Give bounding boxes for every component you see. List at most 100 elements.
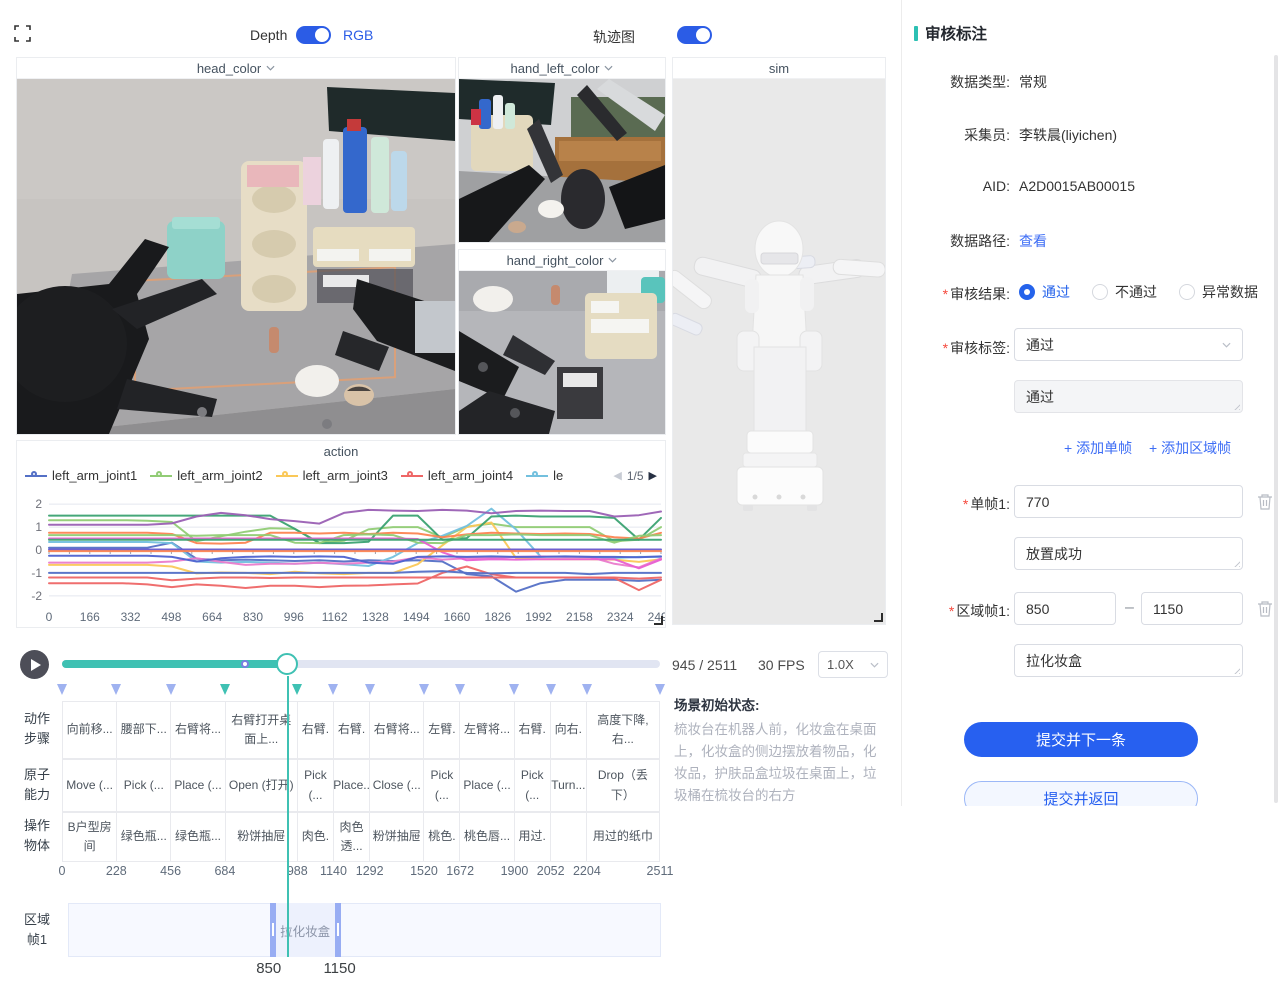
frame-marker-triangle[interactable] — [365, 684, 375, 695]
frame-marker-triangle[interactable] — [111, 684, 121, 695]
frame-marker-triangle[interactable] — [455, 684, 465, 695]
result-radio-通过[interactable]: 通过 — [1019, 282, 1070, 302]
timeline-cell[interactable]: 桃色唇... — [460, 813, 514, 862]
timeline-cell[interactable]: 右臂. — [298, 702, 334, 759]
joint-line-chart[interactable]: 210-1-2016633249866483099611621328149416… — [17, 487, 665, 625]
timeline-cell[interactable]: 高度下降, 右... — [587, 702, 660, 759]
timeline-cell[interactable]: 粉饼抽屉 — [226, 813, 298, 862]
review-tag-select[interactable]: 通过 — [1014, 328, 1243, 361]
frame-marker-triangle[interactable] — [220, 684, 230, 695]
timeline-cell[interactable]: Close (... — [370, 760, 424, 812]
timeline-cell[interactable]: 左臂. — [424, 702, 460, 759]
depth-rgb-toggle[interactable] — [296, 26, 331, 44]
timeline-cell[interactable]: Pick (... — [117, 760, 171, 812]
resize-grip-icon[interactable] — [1232, 402, 1240, 410]
scene-description: 场景初始状态: 梳妆台在机器人前，化妆盒在桌面上，化妆盒的侧边摆放着物品，化妆品… — [674, 694, 888, 806]
timeline-cell[interactable]: Pick (... — [515, 760, 551, 812]
timeline-cell[interactable]: Place (... — [171, 760, 225, 812]
delete-single-frame-icon[interactable] — [1257, 493, 1273, 510]
timeline-cell[interactable]: 肉色透... — [334, 813, 370, 862]
add-single-frame-link[interactable]: + 添加单帧 — [1064, 438, 1132, 458]
region-end-input[interactable]: 1150 — [1141, 592, 1243, 625]
delete-region-frame-icon[interactable] — [1257, 600, 1273, 617]
timeline-cell[interactable]: Turn... — [551, 760, 587, 812]
timeline-cell[interactable]: 绿色瓶... — [171, 813, 225, 862]
timeline-cell[interactable]: 肉色. — [298, 813, 334, 862]
single-frame-note-textarea[interactable]: 放置成功 — [1014, 537, 1243, 570]
hand-right-camera-header[interactable]: hand_right_color — [459, 250, 665, 271]
legend-line-icon — [25, 475, 47, 477]
timeline-cell[interactable]: 用过的纸巾 — [587, 813, 660, 862]
legend-item[interactable]: left_arm_joint1 — [25, 468, 137, 483]
frame-marker-triangle[interactable] — [166, 684, 176, 695]
frame-marker-triangle[interactable] — [419, 684, 429, 695]
timeline-cell[interactable]: 向右. — [551, 702, 587, 759]
chart-resize-handle[interactable] — [654, 616, 663, 625]
timeline-cell[interactable]: Pick (... — [298, 760, 334, 812]
region-frame-track[interactable]: 拉化妆盒 — [68, 903, 661, 957]
legend-next-icon[interactable]: ▶ — [649, 469, 657, 482]
sim-resize-handle[interactable] — [874, 613, 883, 622]
review-tag-note-textarea[interactable]: 通过 — [1014, 380, 1243, 413]
legend-item[interactable]: le — [526, 468, 563, 483]
fullscreen-icon[interactable] — [14, 25, 31, 42]
legend-item[interactable]: left_arm_joint2 — [150, 468, 262, 483]
region-start-input[interactable]: 850 — [1014, 592, 1116, 625]
region-frame-block[interactable]: 拉化妆盒 — [270, 903, 341, 957]
region-right-grip[interactable] — [337, 923, 339, 936]
timeline-cell[interactable]: Open (打开) — [226, 760, 298, 812]
timeline-cell[interactable]: 粉饼抽屉 — [370, 813, 424, 862]
timeline-cell[interactable]: 右臂将... — [370, 702, 424, 759]
timeline-cell[interactable]: 向前移... — [63, 702, 117, 759]
head-camera-header[interactable]: head_color — [17, 58, 455, 79]
frame-marker-triangle[interactable] — [546, 684, 556, 695]
frame-marker-triangle[interactable] — [292, 684, 302, 695]
timeline-cell[interactable]: 右臂将... — [171, 702, 225, 759]
frame-marker-triangle[interactable] — [328, 684, 338, 695]
result-radio-异常数据[interactable]: 异常数据 — [1179, 282, 1258, 302]
timeline-cell[interactable]: Drop（丢下） — [587, 760, 660, 812]
frame-axis-tick: 1520 — [410, 864, 438, 878]
hand-left-camera-header[interactable]: hand_left_color — [459, 58, 665, 79]
timeline-cell[interactable]: 右臂. — [515, 702, 551, 759]
frame-marker-triangle[interactable] — [509, 684, 519, 695]
timeline-cell[interactable]: 桃色. — [424, 813, 460, 862]
progress-handle[interactable] — [276, 653, 298, 675]
sim-view[interactable] — [673, 79, 885, 624]
timeline-cell[interactable]: Place (... — [460, 760, 514, 812]
submit-back-button[interactable]: 提交并返回 — [964, 781, 1198, 806]
legend-item[interactable]: left_arm_joint3 — [276, 468, 388, 483]
region-note-textarea[interactable]: 拉化妆盒 — [1014, 644, 1243, 677]
trajectory-toggle[interactable] — [677, 26, 712, 44]
timeline-cell[interactable]: 右臂. — [334, 702, 370, 759]
timeline-cell[interactable]: Pick (... — [424, 760, 460, 812]
frame-marker-triangle[interactable] — [57, 684, 67, 695]
resize-grip-icon[interactable] — [1232, 666, 1240, 674]
resize-grip-icon[interactable] — [1232, 559, 1240, 567]
timeline-cell[interactable]: 绿色瓶... — [117, 813, 171, 862]
frame-marker-triangle[interactable] — [655, 684, 665, 695]
frame-marker-triangle[interactable] — [582, 684, 592, 695]
timeline-cell[interactable]: 腰部下... — [117, 702, 171, 759]
submit-next-button[interactable]: 提交并下一条 — [964, 722, 1198, 757]
timeline-cell[interactable]: Place.. — [334, 760, 370, 812]
panel-scrollbar[interactable] — [1274, 55, 1278, 803]
legend-item[interactable]: left_arm_joint4 — [401, 468, 513, 483]
timeline-cell[interactable]: Move (... — [63, 760, 117, 812]
region-left-grip[interactable] — [272, 923, 274, 936]
add-region-frame-link[interactable]: + 添加区域帧 — [1149, 438, 1231, 458]
timeline-cell[interactable]: 用过. — [515, 813, 551, 862]
data-path-link[interactable]: 查看 — [1019, 231, 1047, 251]
timeline-cell[interactable]: 右臂打开桌面上... — [226, 702, 298, 759]
timeline-row-label: 原子能力 — [20, 765, 54, 805]
single-frame-input[interactable]: 770 — [1014, 485, 1243, 518]
timeline-cell[interactable]: 左臂将... — [460, 702, 514, 759]
svg-text:166: 166 — [80, 610, 100, 624]
speed-select[interactable]: 1.0X — [818, 651, 888, 678]
result-radio-不通过[interactable]: 不通过 — [1092, 282, 1157, 302]
progress-slider[interactable] — [62, 660, 660, 668]
timeline-cell[interactable] — [551, 813, 587, 862]
play-button[interactable] — [20, 650, 49, 679]
timeline-cell[interactable]: B户型房间 — [63, 813, 117, 862]
legend-prev-icon[interactable]: ◀ — [613, 469, 621, 482]
